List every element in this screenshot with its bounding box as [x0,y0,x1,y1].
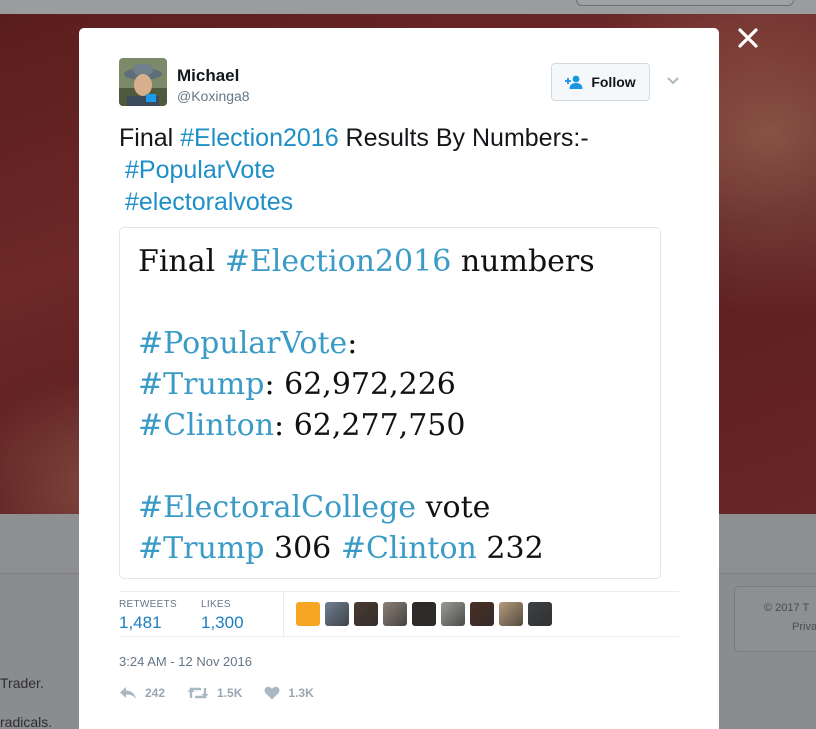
likes-stat[interactable]: LIKES 1,300 [201,599,244,633]
hashtag-link[interactable]: #PopularVote [125,156,275,184]
author-name[interactable]: Michael [177,66,239,86]
background-footer-copyright: © 2017 T [764,602,810,614]
retweet-icon [187,687,209,699]
background-footer-card [734,586,816,652]
text-segment: Final [119,124,181,152]
like-button[interactable]: 1.3K [264,686,314,700]
tweet-media-image[interactable]: Final #Election2016 numbers #PopularVote… [119,227,661,579]
text-segment: Final [138,244,225,279]
likes-count: 1,300 [201,613,244,632]
background-footer-privacy: Priva [792,621,816,633]
text-segment: 232 [476,531,544,566]
tweet-modal: Michael @Koxinga8 Follow Final #Election… [79,28,719,729]
hashtag-link[interactable]: #Trump [138,367,264,402]
text-segment: : [347,326,358,361]
text-segment: : 62,277,750 [274,408,466,443]
tweet-text-line: Final #Election2016 Results By Numbers:- [119,122,689,154]
retweets-stat[interactable]: RETWEETS 1,481 [119,599,177,633]
text-segment: Results By Numbers:- [338,124,589,152]
liker-avatar[interactable] [383,602,407,626]
hashtag-link[interactable]: #Election2016 [225,244,452,279]
heart-icon [264,686,280,700]
avatar-image [119,58,167,106]
hashtag-link[interactable]: #Clinton [138,408,274,443]
liker-avatar[interactable] [325,602,349,626]
liker-avatar[interactable] [499,602,523,626]
tweet-text-line: #PopularVote [119,154,689,186]
tweet-actions: 242 1.5K 1.3K [119,683,336,703]
like-count: 1.3K [288,686,314,700]
text-segment: : 62,972,226 [264,367,456,402]
tweet-timestamp[interactable]: 3:24 AM - 12 Nov 2016 [119,654,252,669]
liker-avatar[interactable] [441,602,465,626]
liker-avatar[interactable] [412,602,436,626]
liker-avatar[interactable] [296,602,320,626]
liker-avatar[interactable] [470,602,494,626]
text-segment: numbers [451,244,595,279]
text-segment: 306 [264,531,341,566]
retweets-label: RETWEETS [119,599,177,610]
retweets-count: 1,481 [119,613,162,632]
liker-avatars [296,602,552,626]
liker-avatar[interactable] [528,602,552,626]
media-text-line: #ElectoralCollege vote [138,490,490,525]
reply-button[interactable]: 242 [119,686,165,700]
media-text-line: Final #Election2016 numbers [138,244,595,279]
hashtag-link[interactable]: #ElectoralCollege [138,490,416,525]
background-search-box [576,0,794,6]
media-text-line: #Trump: 62,972,226 [138,367,456,402]
tweet-stats: RETWEETS 1,481 LIKES 1,300 [119,591,679,637]
hashtag-link[interactable]: #PopularVote [138,326,347,361]
tweet-text: Final #Election2016 Results By Numbers:-… [119,122,689,218]
media-text-line: #PopularVote: [138,326,357,361]
author-handle[interactable]: @Koxinga8 [177,88,250,104]
close-icon[interactable] [736,26,760,50]
background-bio-text: Trader. [0,675,44,691]
chevron-down-icon[interactable] [666,73,680,87]
text-segment: vote [416,490,491,525]
reply-icon [120,687,136,699]
liker-avatar[interactable] [354,602,378,626]
hashtag-link[interactable]: #Trump [138,531,264,566]
avatar[interactable] [119,58,167,106]
retweet-count: 1.5K [217,686,243,700]
retweet-button[interactable]: 1.5K [187,686,242,700]
hashtag-link[interactable]: #electoralvotes [125,188,293,216]
media-text-line: #Trump 306 #Clinton 232 [138,531,544,566]
stats-divider [283,592,284,637]
tweet-text-line: #electoralvotes [119,186,689,218]
follow-label: Follow [591,74,636,90]
reply-count: 242 [145,686,166,700]
hashtag-link[interactable]: #Clinton [341,531,477,566]
background-bio-text: radicals. [0,714,53,729]
hashtag-link[interactable]: #Election2016 [180,124,338,152]
person-add-icon [565,75,583,89]
follow-button[interactable]: Follow [551,63,650,101]
media-text-line: #Clinton: 62,277,750 [138,408,465,443]
likes-label: LIKES [201,599,231,610]
